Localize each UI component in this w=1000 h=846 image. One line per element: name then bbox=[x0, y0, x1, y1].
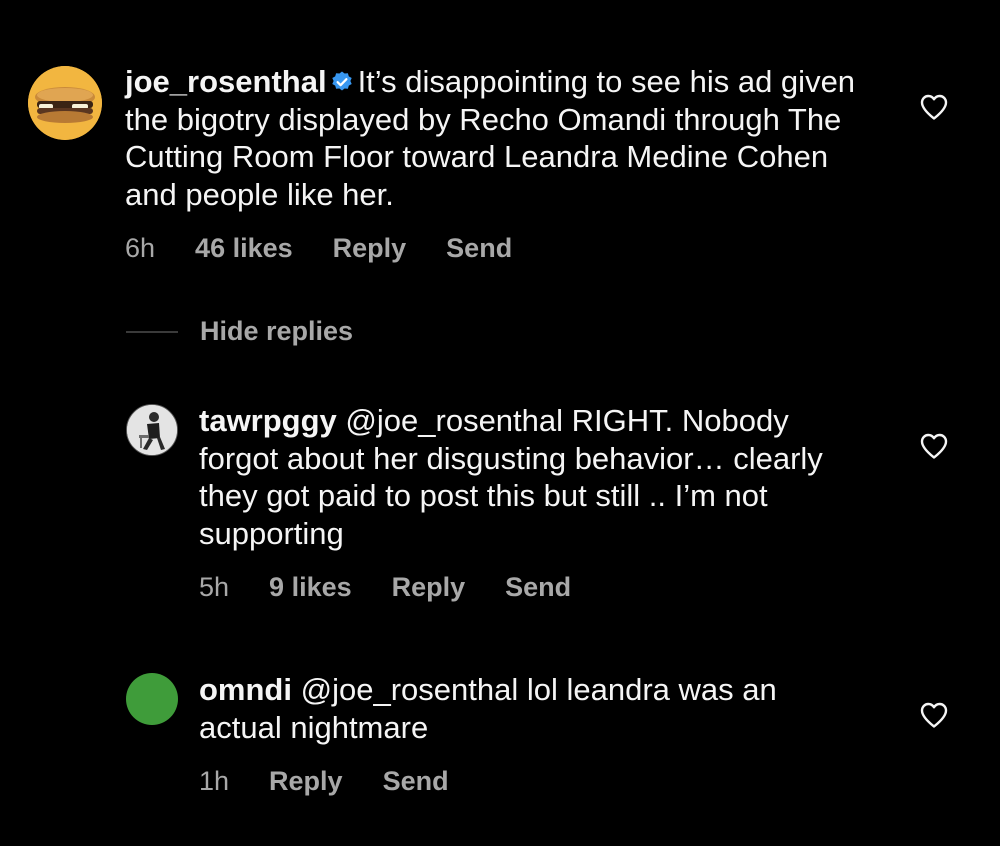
reply-text: omndi @joe_rosenthal lol leandra was an … bbox=[199, 671, 839, 746]
reply-mention[interactable]: @joe_rosenthal bbox=[301, 672, 519, 707]
reply-button[interactable]: Reply bbox=[269, 766, 343, 797]
reply-button[interactable]: Reply bbox=[333, 233, 407, 264]
reply-time: 1h bbox=[199, 766, 230, 796]
reply-meta: 5h 9 likes Reply Send bbox=[199, 572, 571, 603]
send-button[interactable]: Send bbox=[446, 233, 512, 264]
comment-time: 6h bbox=[125, 233, 156, 263]
comment-joe-rosenthal: joe_rosenthal It’s disappointing to see … bbox=[0, 0, 1000, 290]
comment-text: joe_rosenthal It’s disappointing to see … bbox=[125, 63, 865, 213]
verified-badge-icon bbox=[331, 71, 352, 91]
reply-meta: 1h Reply Send bbox=[199, 766, 449, 797]
comment-username[interactable]: joe_rosenthal bbox=[125, 64, 327, 99]
sandwich-avatar-image bbox=[28, 66, 102, 140]
reply-time: 5h bbox=[199, 572, 230, 602]
avatar[interactable] bbox=[28, 66, 102, 140]
reply-button[interactable]: Reply bbox=[392, 572, 466, 603]
avatar[interactable] bbox=[126, 673, 178, 725]
reply-omndi: omndi @joe_rosenthal lol leandra was an … bbox=[0, 650, 1000, 830]
reply-username[interactable]: omndi bbox=[199, 672, 292, 707]
send-button[interactable]: Send bbox=[383, 766, 449, 797]
comment-meta: 6h 46 likes Reply Send bbox=[125, 233, 512, 264]
avatar[interactable] bbox=[126, 404, 178, 456]
person-photo-avatar-image bbox=[127, 405, 177, 455]
heart-outline-icon[interactable] bbox=[919, 93, 949, 121]
send-button[interactable]: Send bbox=[505, 572, 571, 603]
reply-username[interactable]: tawrpggy bbox=[199, 403, 337, 438]
reply-text: tawrpggy @joe_rosenthal RIGHT. Nobody fo… bbox=[199, 402, 859, 552]
hide-replies-label: Hide replies bbox=[200, 316, 354, 346]
heart-outline-icon[interactable] bbox=[919, 701, 949, 729]
heart-outline-icon[interactable] bbox=[919, 432, 949, 460]
reply-tawrpggy: tawrpggy @joe_rosenthal RIGHT. Nobody fo… bbox=[0, 380, 1000, 610]
reply-mention[interactable]: @joe_rosenthal bbox=[345, 403, 563, 438]
comment-likes[interactable]: 46 likes bbox=[195, 233, 293, 264]
reply-likes[interactable]: 9 likes bbox=[269, 572, 352, 603]
hide-replies-button[interactable]: Hide replies bbox=[126, 316, 353, 347]
hide-replies-divider bbox=[126, 330, 178, 333]
